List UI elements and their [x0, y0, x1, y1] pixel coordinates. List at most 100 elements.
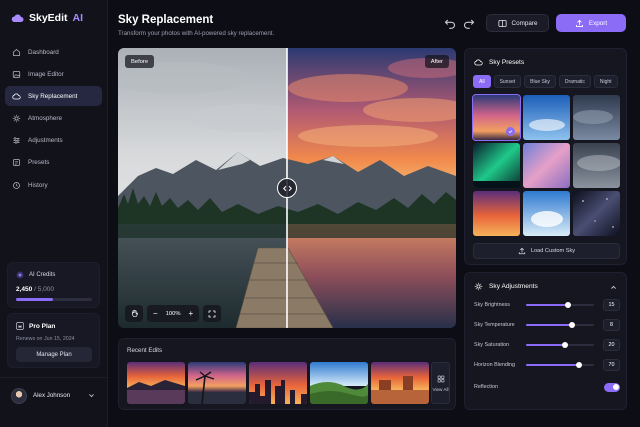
sky-presets-panel: Sky Presets All Sunset Blue Sky Dramatic…: [464, 48, 627, 265]
chevron-down-icon: [89, 394, 94, 398]
app-logo[interactable]: SkyEdit AI: [11, 12, 83, 24]
sidebar-item-history[interactable]: History: [5, 175, 102, 195]
sky-presets-title: Sky Presets: [489, 59, 525, 66]
tab-night[interactable]: Night: [593, 75, 618, 88]
pan-tool-button[interactable]: [125, 305, 143, 322]
slider-handle[interactable]: [565, 302, 572, 308]
credits-used: 2,450: [16, 286, 33, 293]
after-label: After: [424, 55, 449, 68]
page-subtitle: Transform your photos with AI-powered sk…: [118, 30, 275, 37]
view-all-button[interactable]: View All: [431, 362, 450, 404]
sky-temperature-slider[interactable]: [526, 322, 594, 328]
puffy-clouds-thumbnail: [523, 191, 570, 236]
desert-mesa-thumbnail: [371, 362, 429, 404]
sun-icon: [474, 282, 483, 291]
sky-preset-galaxy[interactable]: [573, 191, 620, 236]
tab-all[interactable]: All: [473, 75, 491, 88]
plan-renew-date: Renews on Jun 15, 2024: [16, 336, 75, 342]
compare-divider-handle[interactable]: [277, 178, 297, 198]
sky-preset-aurora[interactable]: [473, 143, 520, 188]
tab-sunset[interactable]: Sunset: [493, 75, 522, 88]
slider-handle[interactable]: [576, 362, 583, 368]
app-name: SkyEdit: [29, 12, 68, 24]
slider-fill: [526, 364, 580, 366]
slider-row-sky-saturation: Sky Saturation 20: [474, 339, 620, 351]
sidebar-item-label: History: [28, 181, 48, 189]
sidebar-item-label: Presets: [28, 159, 50, 167]
export-button[interactable]: Export: [556, 14, 626, 32]
presets-icon: [13, 159, 20, 167]
credits-progress-track: [16, 298, 92, 301]
tab-dramatic[interactable]: Dramatic: [558, 75, 591, 88]
zoom-in-button[interactable]: +: [189, 309, 194, 318]
redo-icon[interactable]: [463, 17, 475, 29]
slider-row-sky-temperature: Sky Temperature 8: [474, 319, 620, 331]
golden-sky-thumbnail: [473, 191, 520, 236]
slider-handle[interactable]: [569, 322, 576, 328]
slider-handle[interactable]: [562, 342, 569, 348]
sky-brightness-value[interactable]: 15: [603, 299, 620, 311]
sky-preset-overcast[interactable]: [573, 143, 620, 188]
sky-temperature-value[interactable]: 8: [603, 319, 620, 331]
green-hills-thumbnail: [310, 362, 368, 404]
horizon-blending-value[interactable]: 70: [603, 359, 620, 371]
sky-preset-puffy[interactable]: [523, 191, 570, 236]
reflection-toggle[interactable]: [604, 382, 620, 392]
sky-preset-blue[interactable]: [523, 95, 570, 140]
sky-preset-golden[interactable]: [473, 191, 520, 236]
slider-label: Horizon Blending: [474, 362, 516, 368]
city-skyline-thumbnail: [249, 362, 307, 404]
sidebar-item-label: Adjustments: [28, 137, 63, 145]
recent-edit-thumb[interactable]: [249, 362, 307, 404]
sidebar-item-atmosphere[interactable]: Atmosphere: [5, 109, 102, 129]
reflection-row: Reflection: [474, 381, 620, 393]
zoom-out-button[interactable]: −: [153, 309, 158, 318]
sidebar-item-sky-replacement[interactable]: Sky Replacement: [5, 86, 102, 107]
sparkle-icon: [16, 271, 24, 279]
recent-edit-thumb[interactable]: [188, 362, 246, 404]
recent-edit-thumb[interactable]: [310, 362, 368, 404]
compare-button[interactable]: Compare: [486, 14, 549, 32]
slider-row-horizon-blending: Horizon Blending 70: [474, 359, 620, 371]
dashboard-icon: [13, 48, 20, 56]
compare-label: Compare: [511, 19, 538, 27]
sky-brightness-slider[interactable]: [526, 302, 594, 308]
user-menu[interactable]: Alex Johnson: [0, 377, 108, 413]
zoom-toolbar: − 100% +: [125, 305, 222, 322]
sky-preset-pastel[interactable]: [523, 143, 570, 188]
recent-edit-thumb[interactable]: [371, 362, 429, 404]
sidebar-item-presets[interactable]: Presets: [5, 153, 102, 173]
overcast-sky-thumbnail: [573, 143, 620, 188]
export-label: Export: [588, 19, 608, 27]
sidebar-item-dashboard[interactable]: Dashboard: [5, 42, 102, 62]
upload-icon: [518, 247, 526, 255]
horizon-blending-slider[interactable]: [526, 362, 594, 368]
undo-icon[interactable]: [444, 17, 456, 29]
recent-edit-thumb[interactable]: [127, 362, 185, 404]
sidebar-item-adjustments[interactable]: Adjustments: [5, 131, 102, 151]
sky-preset-sunset[interactable]: [472, 94, 521, 141]
manage-plan-button[interactable]: Manage Plan: [16, 347, 92, 362]
before-label: Before: [125, 55, 155, 68]
sky-preset-storm[interactable]: [573, 95, 620, 140]
hand-icon: [131, 309, 138, 317]
image-canvas[interactable]: Before After: [118, 48, 456, 328]
image-editor-icon: [12, 70, 21, 78]
blue-sky-thumbnail: [523, 95, 570, 140]
storm-sky-thumbnail: [573, 95, 620, 140]
sky-saturation-value[interactable]: 20: [603, 339, 620, 351]
reflection-label: Reflection: [474, 384, 498, 390]
recent-edits-panel: Recent Edits View All: [118, 338, 456, 410]
fit-screen-button[interactable]: [203, 305, 222, 322]
chevron-up-icon[interactable]: [610, 284, 617, 291]
recent-edits-title: Recent Edits: [127, 347, 163, 354]
app-name-suffix: AI: [72, 12, 84, 24]
cloud-logo-icon: [11, 14, 24, 22]
compare-icon: [497, 19, 507, 27]
galaxy-sky-thumbnail: [573, 191, 620, 236]
slider-row-sky-brightness: Sky Brightness 15: [474, 299, 620, 311]
sidebar-item-image-editor[interactable]: Image Editor: [5, 64, 102, 84]
sky-saturation-slider[interactable]: [526, 342, 594, 348]
load-custom-sky-button[interactable]: Load Custom Sky: [473, 243, 620, 259]
tab-blue-sky[interactable]: Blue Sky: [524, 75, 556, 88]
